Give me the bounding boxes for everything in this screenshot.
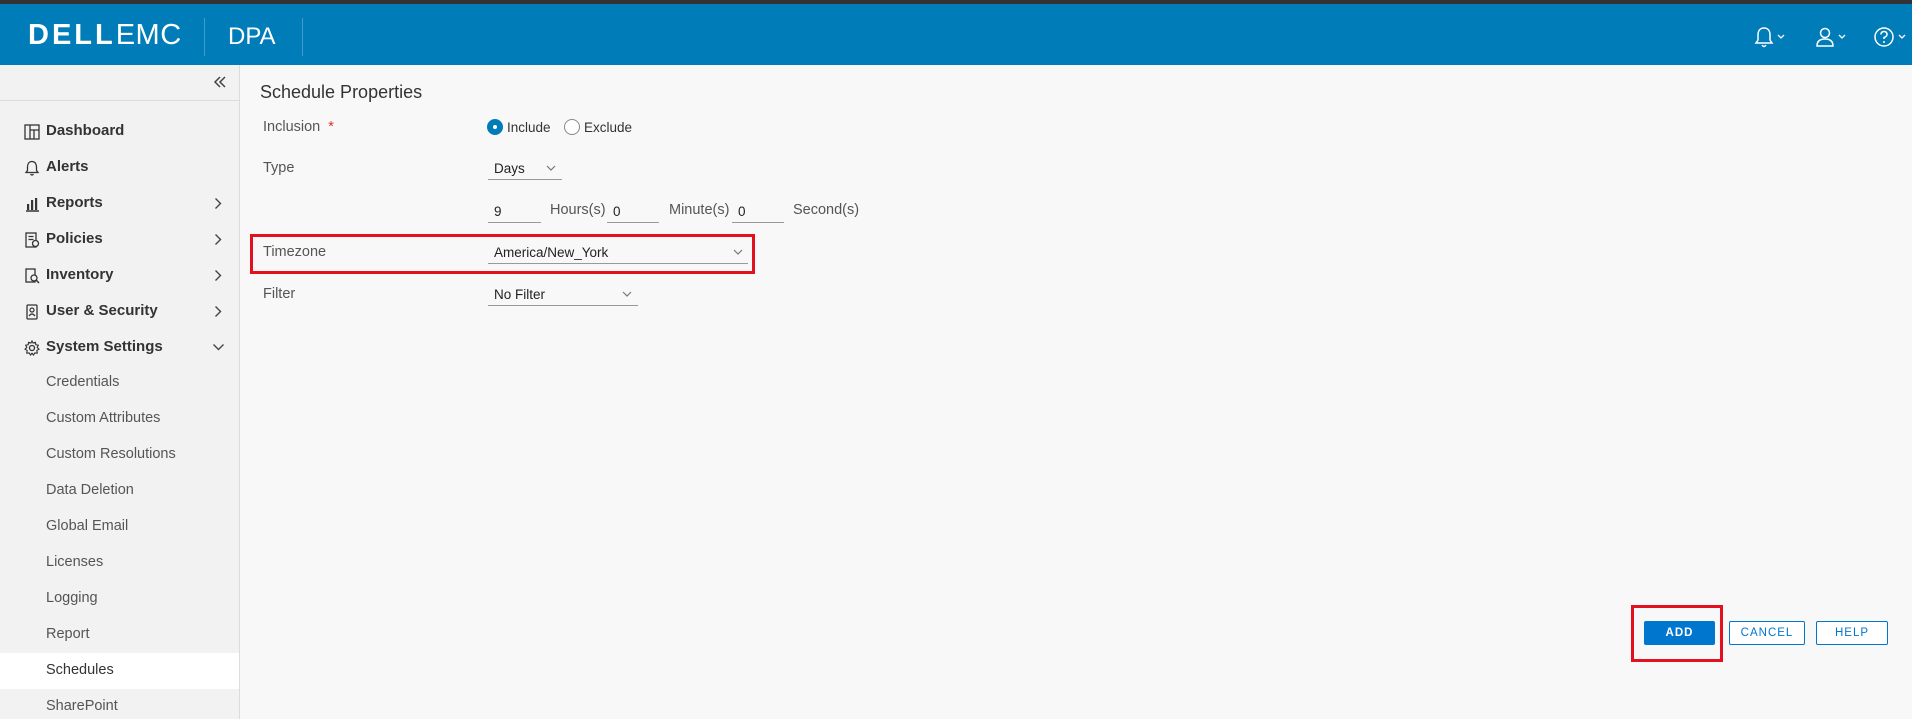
sidebar-item-label: Reports	[46, 194, 103, 211]
sidebar-subitem-label: Credentials	[46, 374, 120, 390]
dashboard-icon	[24, 124, 40, 140]
filter-select[interactable]: No Filter	[488, 284, 638, 306]
sidebar-item-label: Inventory	[46, 266, 114, 283]
sidebar-item-alerts[interactable]: Alerts	[0, 149, 239, 185]
sidebar-subitem-label: Global Email	[46, 518, 129, 534]
sidebar-subitem-report[interactable]: Report	[0, 617, 239, 653]
sidebar-subitem-label: Custom Resolutions	[46, 446, 176, 462]
chevron-down-icon	[1898, 34, 1906, 39]
exclude-radio-label: Exclude	[584, 119, 633, 135]
bell-icon	[24, 160, 40, 176]
sidebar-subitem-label: Schedules	[46, 662, 114, 678]
chevron-down-icon	[546, 165, 556, 171]
chevron-right-icon	[215, 306, 222, 317]
page-title: Schedule Properties	[260, 82, 423, 102]
inclusion-label: Inclusion *	[263, 119, 334, 135]
chevron-right-icon	[215, 234, 222, 245]
cancel-button[interactable]: CANCEL	[1729, 621, 1805, 645]
minutes-input-value: 0	[613, 204, 621, 219]
radio-unchecked	[564, 119, 580, 135]
double-chevron-left-icon	[213, 76, 226, 88]
notifications-menu[interactable]	[1754, 24, 1785, 50]
include-radio-label: Include	[507, 119, 551, 135]
type-select[interactable]: Days	[488, 158, 562, 180]
sidebar-subitem-label: Custom Attributes	[46, 410, 161, 426]
timezone-select[interactable]: America/New_York	[488, 242, 748, 264]
sidebar-item-reports[interactable]: Reports	[0, 185, 239, 221]
sidebar-item-label: System Settings	[46, 338, 163, 355]
security-badge-icon	[26, 304, 38, 320]
chevron-down-icon	[1777, 34, 1785, 39]
sidebar-collapse-button[interactable]	[0, 65, 239, 101]
include-radio[interactable]: Include	[487, 119, 551, 135]
minutes-input[interactable]: 0	[607, 199, 659, 223]
chevron-right-icon	[215, 270, 222, 281]
dell-emc-logo[interactable]: DELLEMC	[28, 19, 182, 51]
inventory-search-icon	[25, 268, 40, 284]
sidebar-item-policies[interactable]: Policies	[0, 221, 239, 257]
filter-select-value: No Filter	[494, 287, 546, 302]
add-button[interactable]: ADD	[1644, 621, 1715, 645]
sidebar-subitem-schedules[interactable]: Schedules	[0, 653, 239, 689]
exclude-radio[interactable]: Exclude	[564, 119, 632, 135]
chevron-down-icon	[733, 249, 743, 255]
sidebar: Dashboard Alerts Reports Policies Invent…	[0, 65, 240, 719]
sidebar-item-label: Alerts	[46, 158, 89, 175]
sidebar-subitem-label: Report	[46, 626, 90, 642]
bar-chart-icon	[26, 198, 39, 212]
seconds-input[interactable]: 0	[732, 199, 784, 223]
chevron-down-icon	[1838, 34, 1846, 39]
policy-document-icon	[25, 232, 40, 248]
app-header: DELLEMC DPA	[0, 4, 1912, 65]
gear-icon	[24, 340, 40, 356]
sidebar-subitem-label: Data Deletion	[46, 482, 134, 498]
timezone-label: Timezone	[263, 244, 327, 260]
sidebar-item-label: Policies	[46, 230, 103, 247]
help-menu[interactable]	[1873, 24, 1906, 50]
main-content: Schedule Properties Inclusion * Include E…	[241, 65, 1912, 719]
sidebar-subitem-custom-attributes[interactable]: Custom Attributes	[0, 401, 239, 437]
help-button[interactable]: HELP	[1816, 621, 1888, 645]
sidebar-subitem-data-deletion[interactable]: Data Deletion	[0, 473, 239, 509]
sidebar-subitem-label: SharePoint	[46, 698, 118, 714]
hours-input[interactable]: 9	[488, 199, 541, 223]
sidebar-item-system-settings[interactable]: System Settings	[0, 329, 239, 365]
header-divider	[302, 18, 303, 56]
type-select-value: Days	[494, 161, 525, 176]
sidebar-item-inventory[interactable]: Inventory	[0, 257, 239, 293]
bell-icon	[1754, 27, 1774, 48]
seconds-unit-label: Second(s)	[793, 202, 860, 218]
sidebar-subitem-licenses[interactable]: Licenses	[0, 545, 239, 581]
minutes-unit-label: Minute(s)	[669, 202, 730, 218]
sidebar-subitem-logging[interactable]: Logging	[0, 581, 239, 617]
header-divider	[204, 18, 205, 56]
sidebar-subitem-label: Licenses	[46, 554, 104, 570]
timezone-select-value: America/New_York	[494, 245, 609, 260]
sidebar-item-dashboard[interactable]: Dashboard	[0, 113, 239, 149]
hours-unit-label: Hours(s)	[550, 202, 606, 218]
product-name: DPA	[228, 23, 276, 50]
sidebar-subitem-label: Logging	[46, 590, 98, 606]
hours-input-value: 9	[494, 204, 502, 219]
seconds-input-value: 0	[738, 204, 746, 219]
chevron-down-icon	[213, 344, 224, 351]
sidebar-item-label: Dashboard	[46, 122, 125, 139]
sidebar-item-label: User & Security	[46, 302, 158, 319]
user-menu[interactable]	[1815, 24, 1846, 50]
sidebar-subitem-credentials[interactable]: Credentials	[0, 365, 239, 401]
radio-checked	[487, 119, 503, 135]
chevron-down-icon	[622, 291, 632, 297]
sidebar-item-user-security[interactable]: User & Security	[0, 293, 239, 329]
type-label: Type	[263, 160, 295, 176]
chevron-right-icon	[215, 198, 222, 209]
help-circle-icon	[1874, 27, 1894, 47]
sidebar-subitem-sharepoint[interactable]: SharePoint	[0, 689, 239, 719]
filter-label: Filter	[263, 286, 296, 302]
sidebar-subitem-custom-resolutions[interactable]: Custom Resolutions	[0, 437, 239, 473]
required-marker: *	[328, 119, 334, 135]
sidebar-subitem-global-email[interactable]: Global Email	[0, 509, 239, 545]
user-icon	[1816, 27, 1834, 47]
